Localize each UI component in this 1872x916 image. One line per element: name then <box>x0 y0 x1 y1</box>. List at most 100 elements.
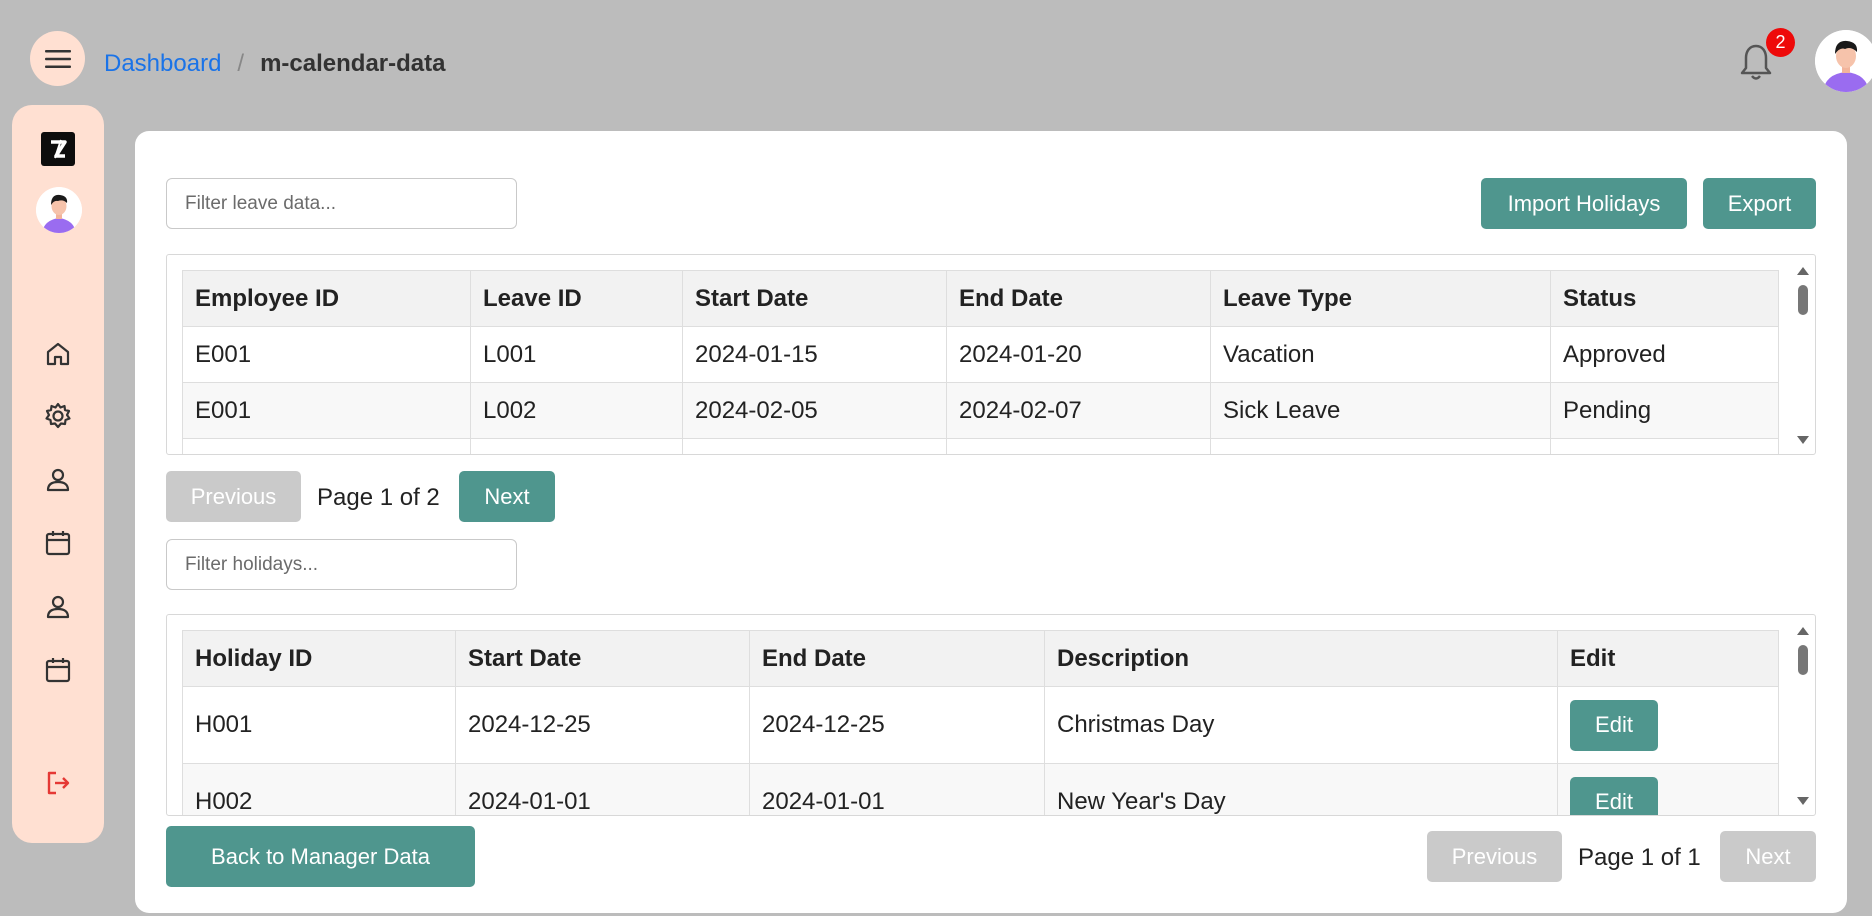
table-row[interactable]: H001 2024-12-25 2024-12-25 Christmas Day… <box>182 686 1779 764</box>
table-cell: L002 <box>470 382 683 439</box>
table-cell: Pending <box>1550 382 1779 439</box>
table-cell: 2024-01-20 <box>946 326 1211 383</box>
edit-button[interactable]: Edit <box>1570 776 1658 815</box>
table-cell: Christmas Day <box>1044 686 1558 764</box>
export-button[interactable]: Export <box>1703 178 1816 229</box>
table-cell: E001 <box>182 382 471 439</box>
column-header[interactable]: Start Date <box>455 630 750 687</box>
breadcrumb-current: m-calendar-data <box>260 50 446 77</box>
edit-button[interactable]: Edit <box>1570 699 1658 751</box>
holidays-next-button[interactable]: Next <box>1720 831 1816 882</box>
scroll-up-arrow-icon[interactable] <box>1797 627 1809 635</box>
table-cell: 2024-02-05 <box>682 382 947 439</box>
table-cell: Edit <box>1557 686 1779 764</box>
table-cell: H001 <box>182 686 456 764</box>
table-row[interactable] <box>182 438 1779 454</box>
leave-page-indicator: Page 1 of 2 <box>317 484 440 511</box>
gear-icon <box>45 402 71 429</box>
holidays-table-container[interactable]: Holiday ID Start Date End Date Descripti… <box>166 614 1816 816</box>
column-header[interactable]: Employee ID <box>182 270 471 327</box>
notification-badge: 2 <box>1766 28 1795 57</box>
column-header[interactable]: Edit <box>1557 630 1779 687</box>
sidebar-item-logout[interactable] <box>42 767 74 799</box>
table-cell <box>182 438 471 454</box>
table-cell: Approved <box>1550 326 1779 383</box>
leave-filter-input[interactable] <box>166 178 517 229</box>
calendar-icon <box>45 531 71 556</box>
scroll-down-arrow-icon[interactable] <box>1797 797 1809 805</box>
leave-table: Employee ID Leave ID Start Date End Date… <box>182 270 1779 454</box>
scroll-thumb[interactable] <box>1798 645 1808 675</box>
home-icon <box>46 342 70 366</box>
logout-icon <box>47 771 70 795</box>
main-card: Import Holidays Export Employee ID Leave… <box>135 131 1847 913</box>
table-cell <box>682 438 947 454</box>
leave-table-scrollbar[interactable] <box>1791 255 1815 454</box>
avatar-image <box>36 187 82 233</box>
logo-icon <box>51 139 67 159</box>
sidebar-item-settings[interactable] <box>42 400 74 432</box>
app-logo[interactable] <box>41 132 75 166</box>
column-header[interactable]: Start Date <box>682 270 947 327</box>
breadcrumb-separator: / <box>237 50 245 77</box>
sidebar-item-profile[interactable] <box>42 464 74 496</box>
column-header[interactable]: Holiday ID <box>182 630 456 687</box>
holidays-previous-button[interactable]: Previous <box>1427 831 1562 882</box>
table-cell: Vacation <box>1210 326 1551 383</box>
leave-previous-button[interactable]: Previous <box>166 471 301 522</box>
column-header[interactable]: Description <box>1044 630 1558 687</box>
breadcrumb: Dashboard / m-calendar-data <box>104 50 445 78</box>
table-cell: 2024-01-01 <box>749 763 1045 815</box>
table-cell <box>470 438 683 454</box>
hamburger-icon <box>44 49 71 68</box>
table-cell: 2024-02-07 <box>946 382 1211 439</box>
table-cell: H002 <box>182 763 456 815</box>
table-row[interactable]: E001 L001 2024-01-15 2024-01-20 Vacation… <box>182 326 1779 383</box>
table-cell: L001 <box>470 326 683 383</box>
table-cell <box>946 438 1211 454</box>
holidays-page-indicator: Page 1 of 1 <box>1578 844 1701 871</box>
holidays-filter-input[interactable] <box>166 539 517 590</box>
column-header[interactable]: Status <box>1550 270 1779 327</box>
sidebar-item-users[interactable] <box>42 591 74 623</box>
scroll-down-arrow-icon[interactable] <box>1797 436 1809 444</box>
back-to-manager-data-button[interactable]: Back to Manager Data <box>166 826 475 887</box>
table-cell: E001 <box>182 326 471 383</box>
leave-header-row: Employee ID Leave ID Start Date End Date… <box>182 270 1779 327</box>
table-cell: 2024-12-25 <box>455 686 750 764</box>
scroll-up-arrow-icon[interactable] <box>1797 267 1809 275</box>
calendar-icon <box>45 658 71 683</box>
column-header[interactable]: End Date <box>946 270 1211 327</box>
sidebar <box>12 105 104 843</box>
table-cell: New Year's Day <box>1044 763 1558 815</box>
table-cell: 2024-12-25 <box>749 686 1045 764</box>
user-icon <box>46 468 70 492</box>
table-cell: 2024-01-15 <box>682 326 947 383</box>
import-holidays-button[interactable]: Import Holidays <box>1481 178 1687 229</box>
holidays-table: Holiday ID Start Date End Date Descripti… <box>182 630 1779 815</box>
leave-next-button[interactable]: Next <box>459 471 555 522</box>
table-row[interactable]: E001 L002 2024-02-05 2024-02-07 Sick Lea… <box>182 382 1779 439</box>
table-cell <box>1210 438 1551 454</box>
table-cell: Edit <box>1557 763 1779 815</box>
user-avatar[interactable] <box>1815 30 1872 92</box>
column-header[interactable]: End Date <box>749 630 1045 687</box>
sidebar-item-home[interactable] <box>42 338 74 370</box>
sidebar-avatar[interactable] <box>36 187 82 233</box>
scroll-thumb[interactable] <box>1798 285 1808 315</box>
breadcrumb-dashboard-link[interactable]: Dashboard <box>104 50 221 78</box>
leave-table-container[interactable]: Employee ID Leave ID Start Date End Date… <box>166 254 1816 455</box>
table-cell: 2024-01-01 <box>455 763 750 815</box>
user-icon <box>46 595 70 619</box>
column-header[interactable]: Leave Type <box>1210 270 1551 327</box>
holidays-table-scrollbar[interactable] <box>1791 615 1815 815</box>
holidays-header-row: Holiday ID Start Date End Date Descripti… <box>182 630 1779 687</box>
table-cell: Sick Leave <box>1210 382 1551 439</box>
sidebar-item-calendar[interactable] <box>42 527 74 559</box>
column-header[interactable]: Leave ID <box>470 270 683 327</box>
table-row[interactable]: H002 2024-01-01 2024-01-01 New Year's Da… <box>182 763 1779 815</box>
menu-button[interactable] <box>30 31 85 86</box>
sidebar-item-calendar-data[interactable] <box>42 654 74 686</box>
table-cell <box>1550 438 1779 454</box>
avatar-image <box>1815 30 1872 92</box>
